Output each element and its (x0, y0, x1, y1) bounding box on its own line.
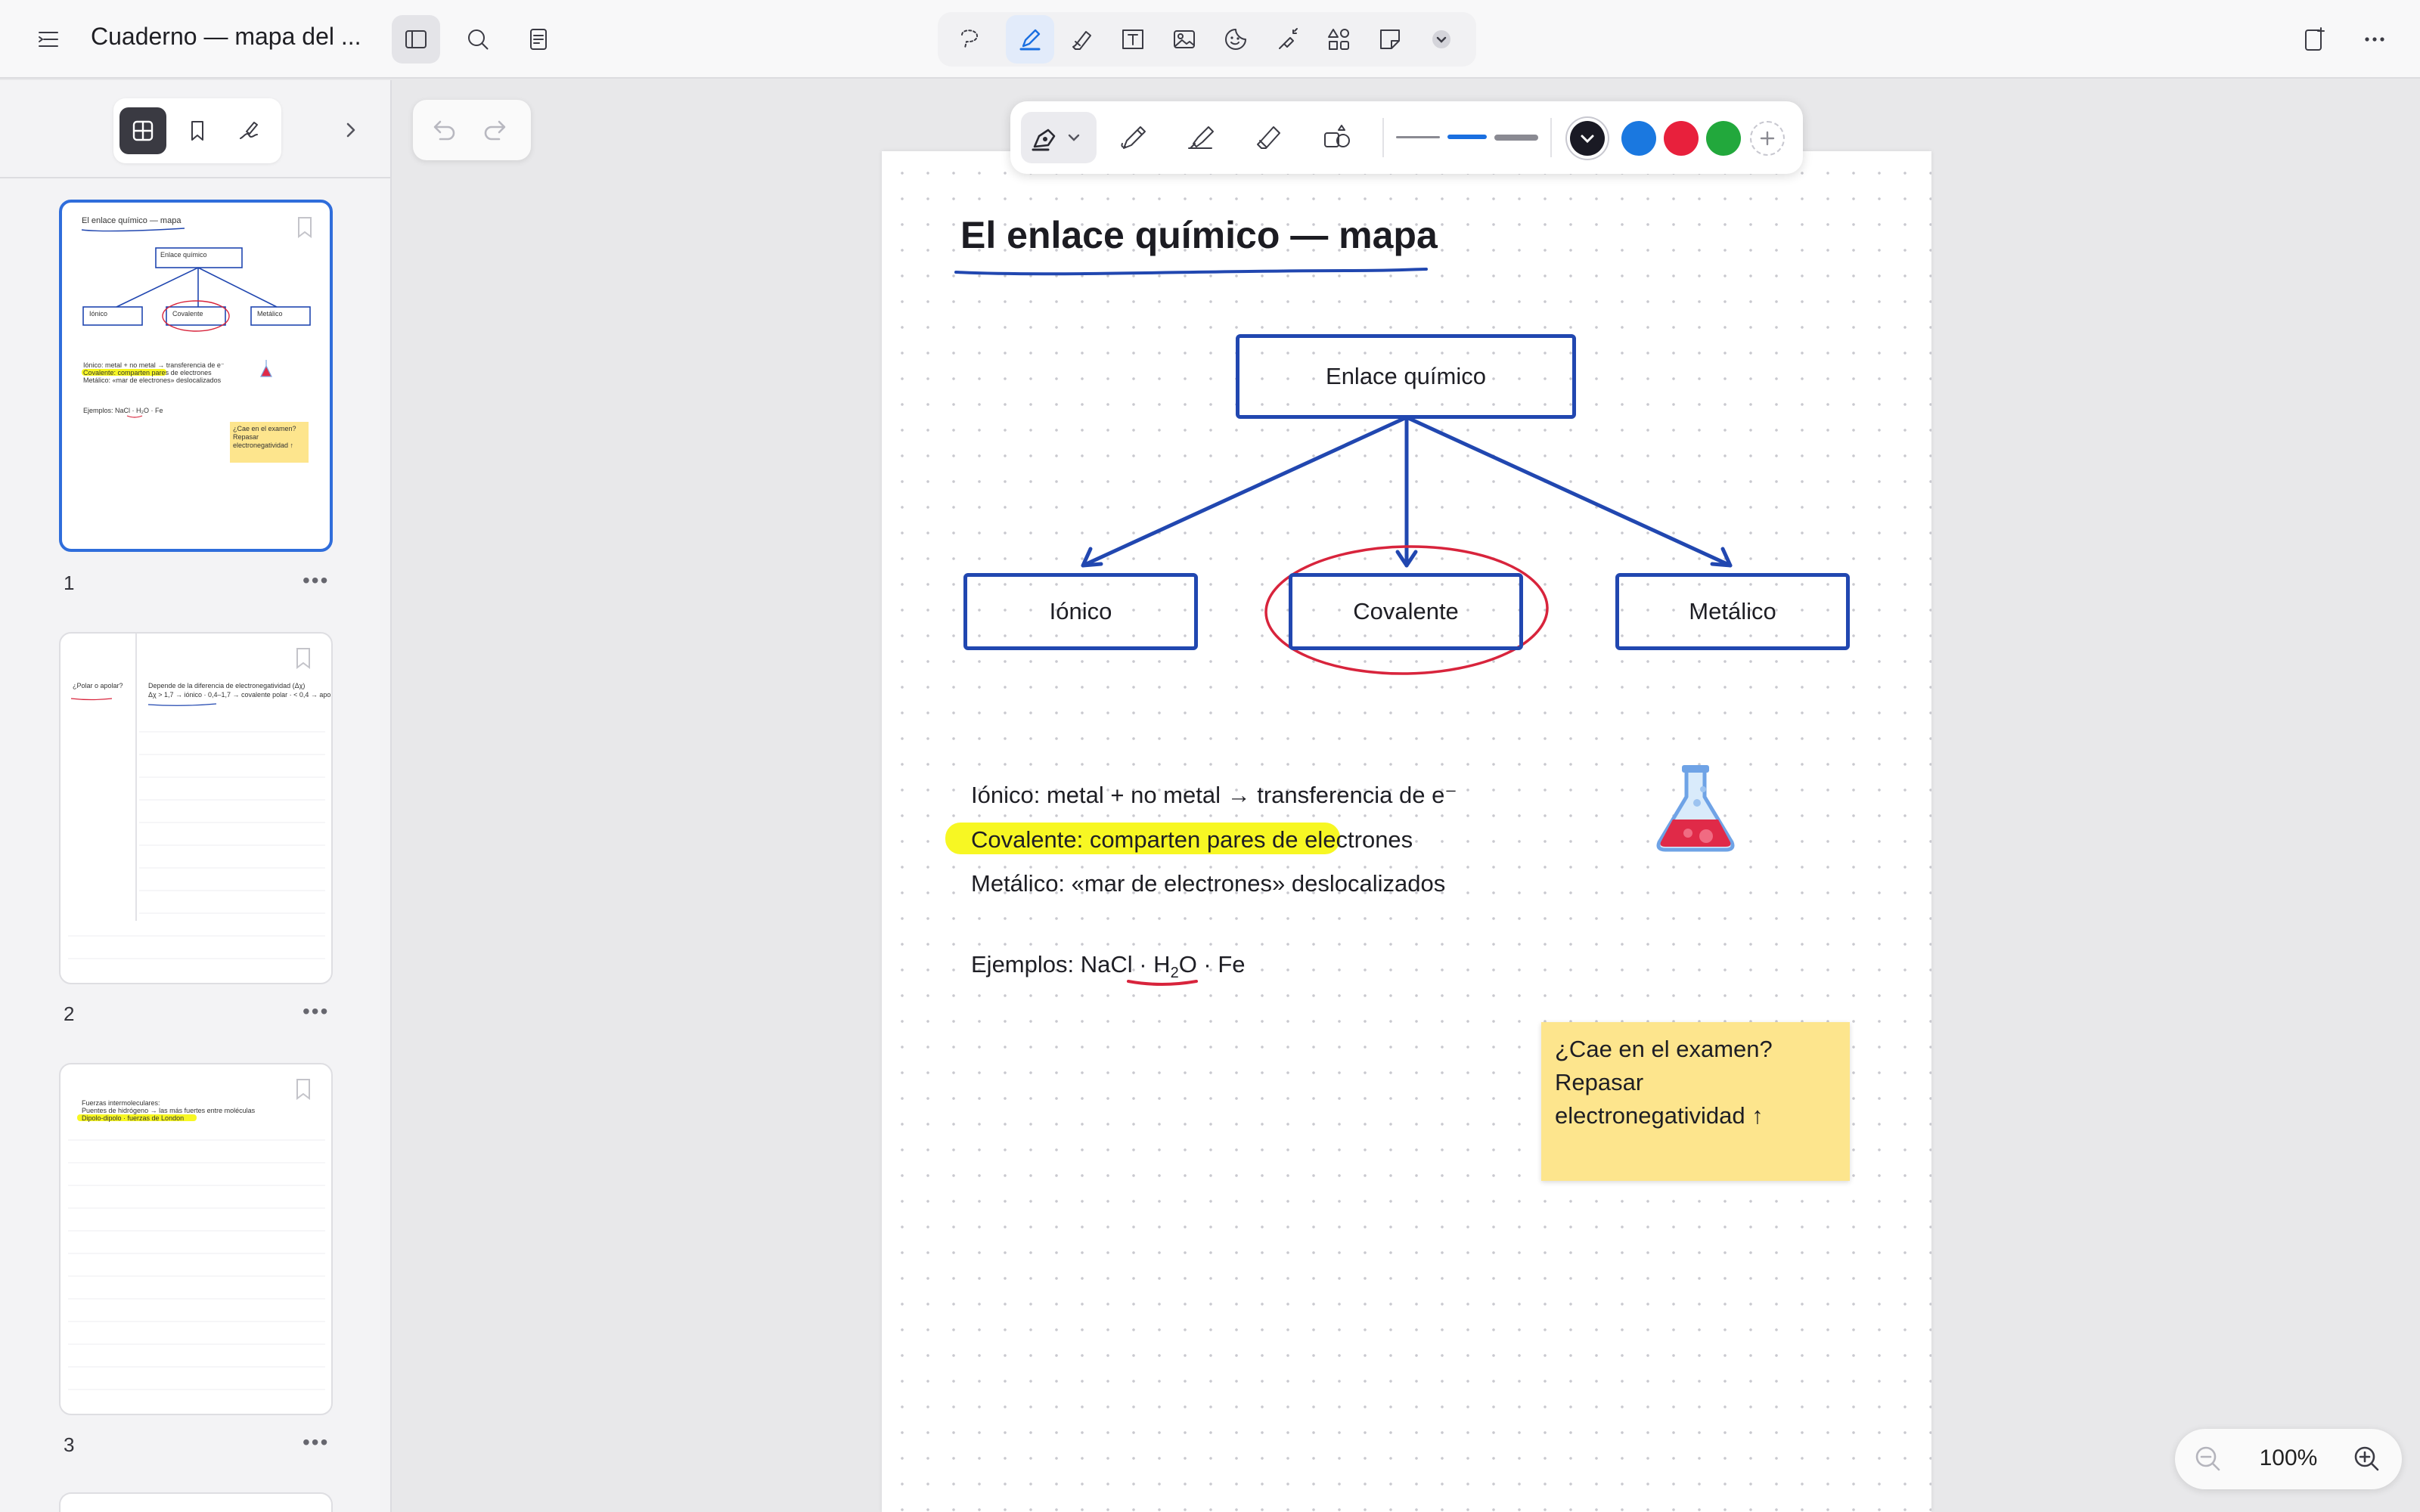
mini-line: Dipolo-dipolo · fuerzas de London (82, 1114, 185, 1122)
image-icon[interactable] (1160, 15, 1208, 64)
text-metalico: Metálico: «mar de electrones» deslocaliz… (971, 870, 1446, 897)
color-swatch-red[interactable] (1664, 121, 1699, 156)
eraser-tool-icon[interactable] (1243, 112, 1295, 163)
collapse-sidebar-icon[interactable] (336, 112, 366, 148)
text-ionico: Iónico: metal + no metal → transferencia… (971, 782, 1457, 808)
annotations-icon[interactable] (225, 107, 272, 154)
text-covalente: Covalente: comparten pares de electrones (971, 826, 1413, 853)
page-number: 3 (64, 1433, 75, 1456)
pen-icon[interactable] (1006, 15, 1054, 64)
node-enlace-quimico[interactable]: Enlace químico (1236, 334, 1576, 419)
thumbnail-bookmark-icon[interactable] (293, 1078, 313, 1101)
tool-palette (938, 12, 1476, 67)
add-page-icon[interactable] (2290, 15, 2338, 64)
laser-icon[interactable] (1263, 15, 1311, 64)
eraser-icon[interactable] (1057, 15, 1106, 64)
top-bar: Cuaderno — mapa del ... (0, 0, 2420, 79)
mini-line: Puentes de hidrógeno → las más fuertes e… (82, 1107, 256, 1114)
node-metalico[interactable]: Metálico (1615, 573, 1850, 650)
text-box-icon[interactable] (1109, 15, 1157, 64)
mini-examples: Ejemplos: NaCl · H₂O · Fe (83, 407, 163, 414)
examples-suffix: O · Fe (1178, 951, 1246, 978)
sticky-line: Repasar (1555, 1069, 1644, 1095)
text-ejemplos: Ejemplos: NaCl · H2O · Fe (971, 951, 1246, 982)
zoom-level: 100% (2259, 1445, 2318, 1470)
undo-icon[interactable] (425, 112, 461, 148)
page-thumbnail-3[interactable]: Fuerzas intermoleculares: Puentes de hid… (59, 1063, 333, 1415)
document-title[interactable]: Cuaderno — mapa del ... (91, 23, 361, 51)
lasso-icon[interactable] (945, 15, 994, 64)
examples-subscript: 2 (1170, 965, 1179, 982)
fountain-pen-icon[interactable] (1021, 112, 1097, 163)
page-number: 2 (64, 1002, 75, 1025)
sticky-note-icon[interactable] (1366, 15, 1414, 64)
thickness-thick[interactable] (1494, 127, 1538, 148)
color-swatch-blue[interactable] (1621, 121, 1656, 156)
zoom-out-icon[interactable] (2192, 1442, 2225, 1476)
zoom-control: 100% (2175, 1429, 2402, 1489)
color-swatch-green[interactable] (1706, 121, 1741, 156)
thickness-medium[interactable] (1443, 122, 1491, 153)
mini-line: Δχ > 1,7 → iónico · 0,4–1,7 → covalente … (148, 691, 333, 699)
shape-recognition-icon[interactable] (1311, 112, 1363, 163)
page-thumbnail-1[interactable]: El enlace químico — mapa Enlace químico … (59, 200, 333, 552)
menu-icon[interactable] (24, 15, 73, 64)
thumbnail-bookmark-icon[interactable] (295, 216, 315, 239)
mini-line: Fuerzas intermoleculares: (82, 1099, 160, 1107)
divider (0, 177, 390, 178)
toolbar-divider (1550, 118, 1552, 157)
color-swatch-black[interactable] (1570, 121, 1605, 156)
outline-icon[interactable] (514, 15, 563, 64)
mini-node: Metálico (257, 310, 283, 318)
bookmark-icon[interactable] (174, 107, 221, 154)
ballpoint-icon[interactable] (1109, 112, 1160, 163)
arrow-to-ionico (1081, 415, 1409, 568)
page-options-icon[interactable]: ••• (302, 1430, 329, 1455)
page-thumbnail-2[interactable]: ¿Polar o apolar? Depende de la diferenci… (59, 632, 333, 984)
mini-line: Covalente: comparten pares de electrones (83, 369, 212, 376)
page-number: 1 (64, 572, 75, 594)
page-options-icon[interactable]: ••• (302, 569, 329, 593)
mini-line: Depende de la diferencia de electronegat… (148, 682, 306, 689)
sticky-line: electronegatividad ↑ (1555, 1102, 1764, 1129)
sticky-note[interactable]: ¿Cae en el examen? Repasar electronegati… (1541, 1022, 1850, 1181)
page-thumbnail-4[interactable] (59, 1492, 333, 1512)
mini-title: El enlace químico — mapa (82, 216, 182, 225)
examples-prefix: Ejemplos: NaCl · H (971, 951, 1171, 978)
redo-icon[interactable] (478, 112, 514, 148)
more-icon[interactable] (2350, 15, 2399, 64)
zoom-in-icon[interactable] (2350, 1442, 2384, 1476)
undo-redo-group (413, 100, 531, 160)
sidebar-tabs (113, 98, 281, 163)
sidebar-toggle-icon[interactable] (392, 15, 440, 64)
thickness-thin[interactable] (1396, 127, 1440, 148)
node-ionico[interactable]: Iónico (963, 573, 1198, 650)
mini-line: Metálico: «mar de electrones» deslocaliz… (83, 376, 222, 384)
flask-sticker-icon[interactable] (1650, 764, 1741, 854)
sticky-line: ¿Cae en el examen? (1555, 1036, 1773, 1062)
grid-view-icon[interactable] (119, 107, 166, 154)
toolbar-divider (1382, 118, 1384, 157)
mini-node: Covalente (172, 310, 203, 318)
page-options-icon[interactable]: ••• (302, 999, 329, 1024)
page-sidebar: El enlace químico — mapa Enlace químico … (0, 80, 392, 1512)
mini-sticky: ¿Cae en el examen? Repasar electronegati… (233, 425, 296, 449)
mini-node: Iónico (89, 310, 108, 318)
title-underline (954, 268, 1428, 276)
search-icon[interactable] (454, 15, 502, 64)
more-tools-icon[interactable] (1417, 15, 1466, 64)
add-color-icon[interactable] (1750, 121, 1785, 156)
mini-root-node: Enlace químico (160, 251, 207, 259)
sticker-icon[interactable] (1212, 15, 1260, 64)
pen-toolbar (1010, 101, 1803, 174)
thumbnail-bookmark-icon[interactable] (293, 647, 313, 670)
node-covalente[interactable]: Covalente (1289, 573, 1523, 650)
mini-question: ¿Polar o apolar? (73, 682, 123, 689)
arrow-to-metalico (1404, 415, 1733, 568)
highlighter-icon[interactable] (1175, 112, 1227, 163)
shapes-icon[interactable] (1314, 15, 1363, 64)
